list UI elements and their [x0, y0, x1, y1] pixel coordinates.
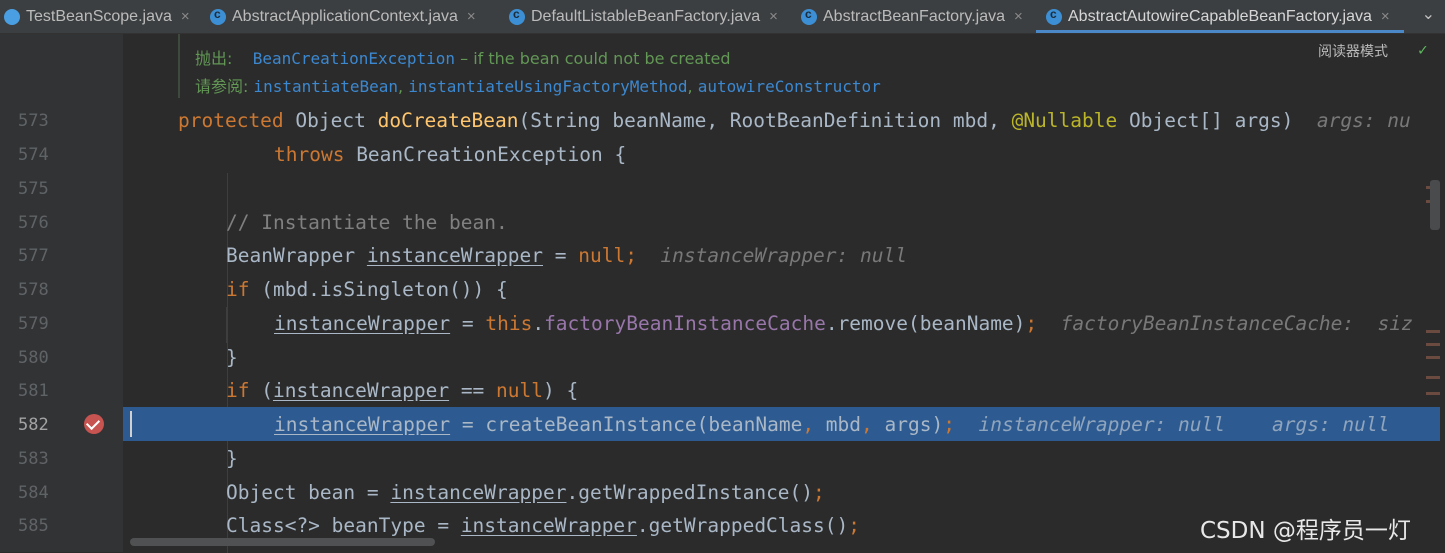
- tab-label: AbstractBeanFactory.java: [823, 7, 1006, 25]
- inline-debug-hint: factoryBeanInstanceCache: siz: [1060, 312, 1413, 335]
- text-caret: [130, 411, 132, 437]
- error-stripe-mark[interactable]: [1426, 330, 1440, 333]
- error-stripe-mark[interactable]: [1426, 356, 1440, 359]
- vertical-scrollbar[interactable]: [1430, 180, 1440, 230]
- code-line-583[interactable]: }: [226, 447, 238, 470]
- line-number: 579: [18, 314, 49, 334]
- doc-link-instantiate-using-factory-method[interactable]: instantiateUsingFactoryMethod: [408, 77, 687, 96]
- breakpoint-icon[interactable]: [84, 414, 104, 434]
- tab-abstract-autowire-capable-bean-factory[interactable]: AbstractAutowireCapableBeanFactory.java …: [1046, 0, 1390, 33]
- code-line-574[interactable]: throws BeanCreationException {: [274, 143, 626, 166]
- tab-label: AbstractApplicationContext.java: [232, 7, 458, 25]
- close-icon[interactable]: ×: [181, 8, 190, 25]
- line-number: 580: [18, 348, 49, 368]
- code-line-580[interactable]: }: [226, 346, 238, 369]
- doc-link-exception[interactable]: BeanCreationException: [253, 49, 455, 68]
- line-number: 575: [18, 179, 49, 199]
- indent-guide: [226, 307, 227, 343]
- java-test-class-icon: [4, 8, 20, 25]
- doc-see-line: 请参阅: instantiateBean, instantiateUsingFa…: [195, 77, 881, 96]
- close-icon[interactable]: ×: [769, 8, 778, 25]
- watermark: CSDN @程序员一灯: [1200, 518, 1411, 544]
- line-number: 576: [18, 213, 49, 233]
- line-number: 582: [18, 415, 49, 435]
- code-line-581[interactable]: if (instanceWrapper == null) {: [226, 379, 578, 402]
- active-tab-indicator: [1036, 30, 1404, 33]
- chevron-down-icon[interactable]: ⌄: [1422, 4, 1435, 23]
- doc-link-autowire-constructor[interactable]: autowireConstructor: [698, 77, 881, 96]
- inline-debug-hint: args: nu: [1316, 109, 1411, 132]
- java-class-icon: [801, 7, 817, 25]
- tab-abstract-application-context[interactable]: AbstractApplicationContext.java ×: [210, 0, 476, 33]
- checkmark-icon: ✓: [1418, 40, 1428, 59]
- doc-see-label: 请参阅:: [195, 77, 249, 96]
- tab-test-bean-scope[interactable]: TestBeanScope.java ×: [4, 0, 190, 33]
- tab-label: TestBeanScope.java: [26, 7, 172, 25]
- line-number: 585: [18, 516, 49, 536]
- reader-mode-toggle[interactable]: 阅读器模式: [1318, 41, 1388, 61]
- tab-label: DefaultListableBeanFactory.java: [531, 7, 761, 25]
- inline-debug-hint: instanceWrapper: null: [660, 244, 907, 267]
- line-number: 574: [18, 145, 49, 165]
- line-number: 584: [18, 483, 49, 503]
- line-number: 583: [18, 449, 49, 469]
- error-stripe-mark[interactable]: [1426, 376, 1440, 379]
- close-icon[interactable]: ×: [1381, 8, 1390, 25]
- code-line-579[interactable]: instanceWrapper = this.factoryBeanInstan…: [274, 312, 1413, 335]
- tab-default-listable-bean-factory[interactable]: DefaultListableBeanFactory.java ×: [509, 0, 778, 33]
- code-line-573[interactable]: protected Object doCreateBean(String bea…: [178, 109, 1411, 132]
- inline-debug-hint: args: null: [1271, 413, 1390, 436]
- line-number: 577: [18, 246, 49, 266]
- java-class-icon: [210, 7, 226, 25]
- line-number: 581: [18, 381, 49, 401]
- code-line-585[interactable]: Class<?> beanType = instanceWrapper.getW…: [226, 514, 860, 537]
- tab-label: AbstractAutowireCapableBeanFactory.java: [1068, 7, 1372, 25]
- doc-link-instantiate-bean[interactable]: instantiateBean: [254, 77, 399, 96]
- code-line-578[interactable]: if (mbd.isSingleton()) {: [226, 278, 508, 301]
- fold-strip: [123, 34, 177, 552]
- horizontal-scrollbar[interactable]: [130, 538, 435, 546]
- inline-debug-hint: instanceWrapper: null: [978, 413, 1226, 436]
- error-stripe-mark[interactable]: [1426, 392, 1440, 395]
- editor-tab-bar: TestBeanScope.java × AbstractApplication…: [0, 0, 1445, 34]
- doc-throws-desc: – if the bean could not be created: [455, 49, 731, 68]
- close-icon[interactable]: ×: [467, 8, 476, 25]
- code-line-582[interactable]: instanceWrapper = createBeanInstance(bea…: [274, 413, 1389, 436]
- code-line-576[interactable]: // Instantiate the bean.: [226, 211, 508, 234]
- doc-throws-label: 抛出:: [195, 49, 233, 68]
- close-icon[interactable]: ×: [1014, 8, 1023, 25]
- error-stripe-mark[interactable]: [1426, 343, 1440, 346]
- tab-abstract-bean-factory[interactable]: AbstractBeanFactory.java ×: [801, 0, 1023, 33]
- line-number: 573: [18, 111, 49, 131]
- line-number: 578: [18, 280, 49, 300]
- doc-throws-line: 抛出: BeanCreationException – if the bean …: [195, 45, 731, 69]
- java-class-icon: [509, 7, 525, 25]
- javadoc-border: [178, 34, 180, 98]
- java-class-icon: [1046, 7, 1062, 25]
- code-line-577[interactable]: BeanWrapper instanceWrapper = null; inst…: [226, 244, 907, 267]
- code-line-584[interactable]: Object bean = instanceWrapper.getWrapped…: [226, 481, 825, 504]
